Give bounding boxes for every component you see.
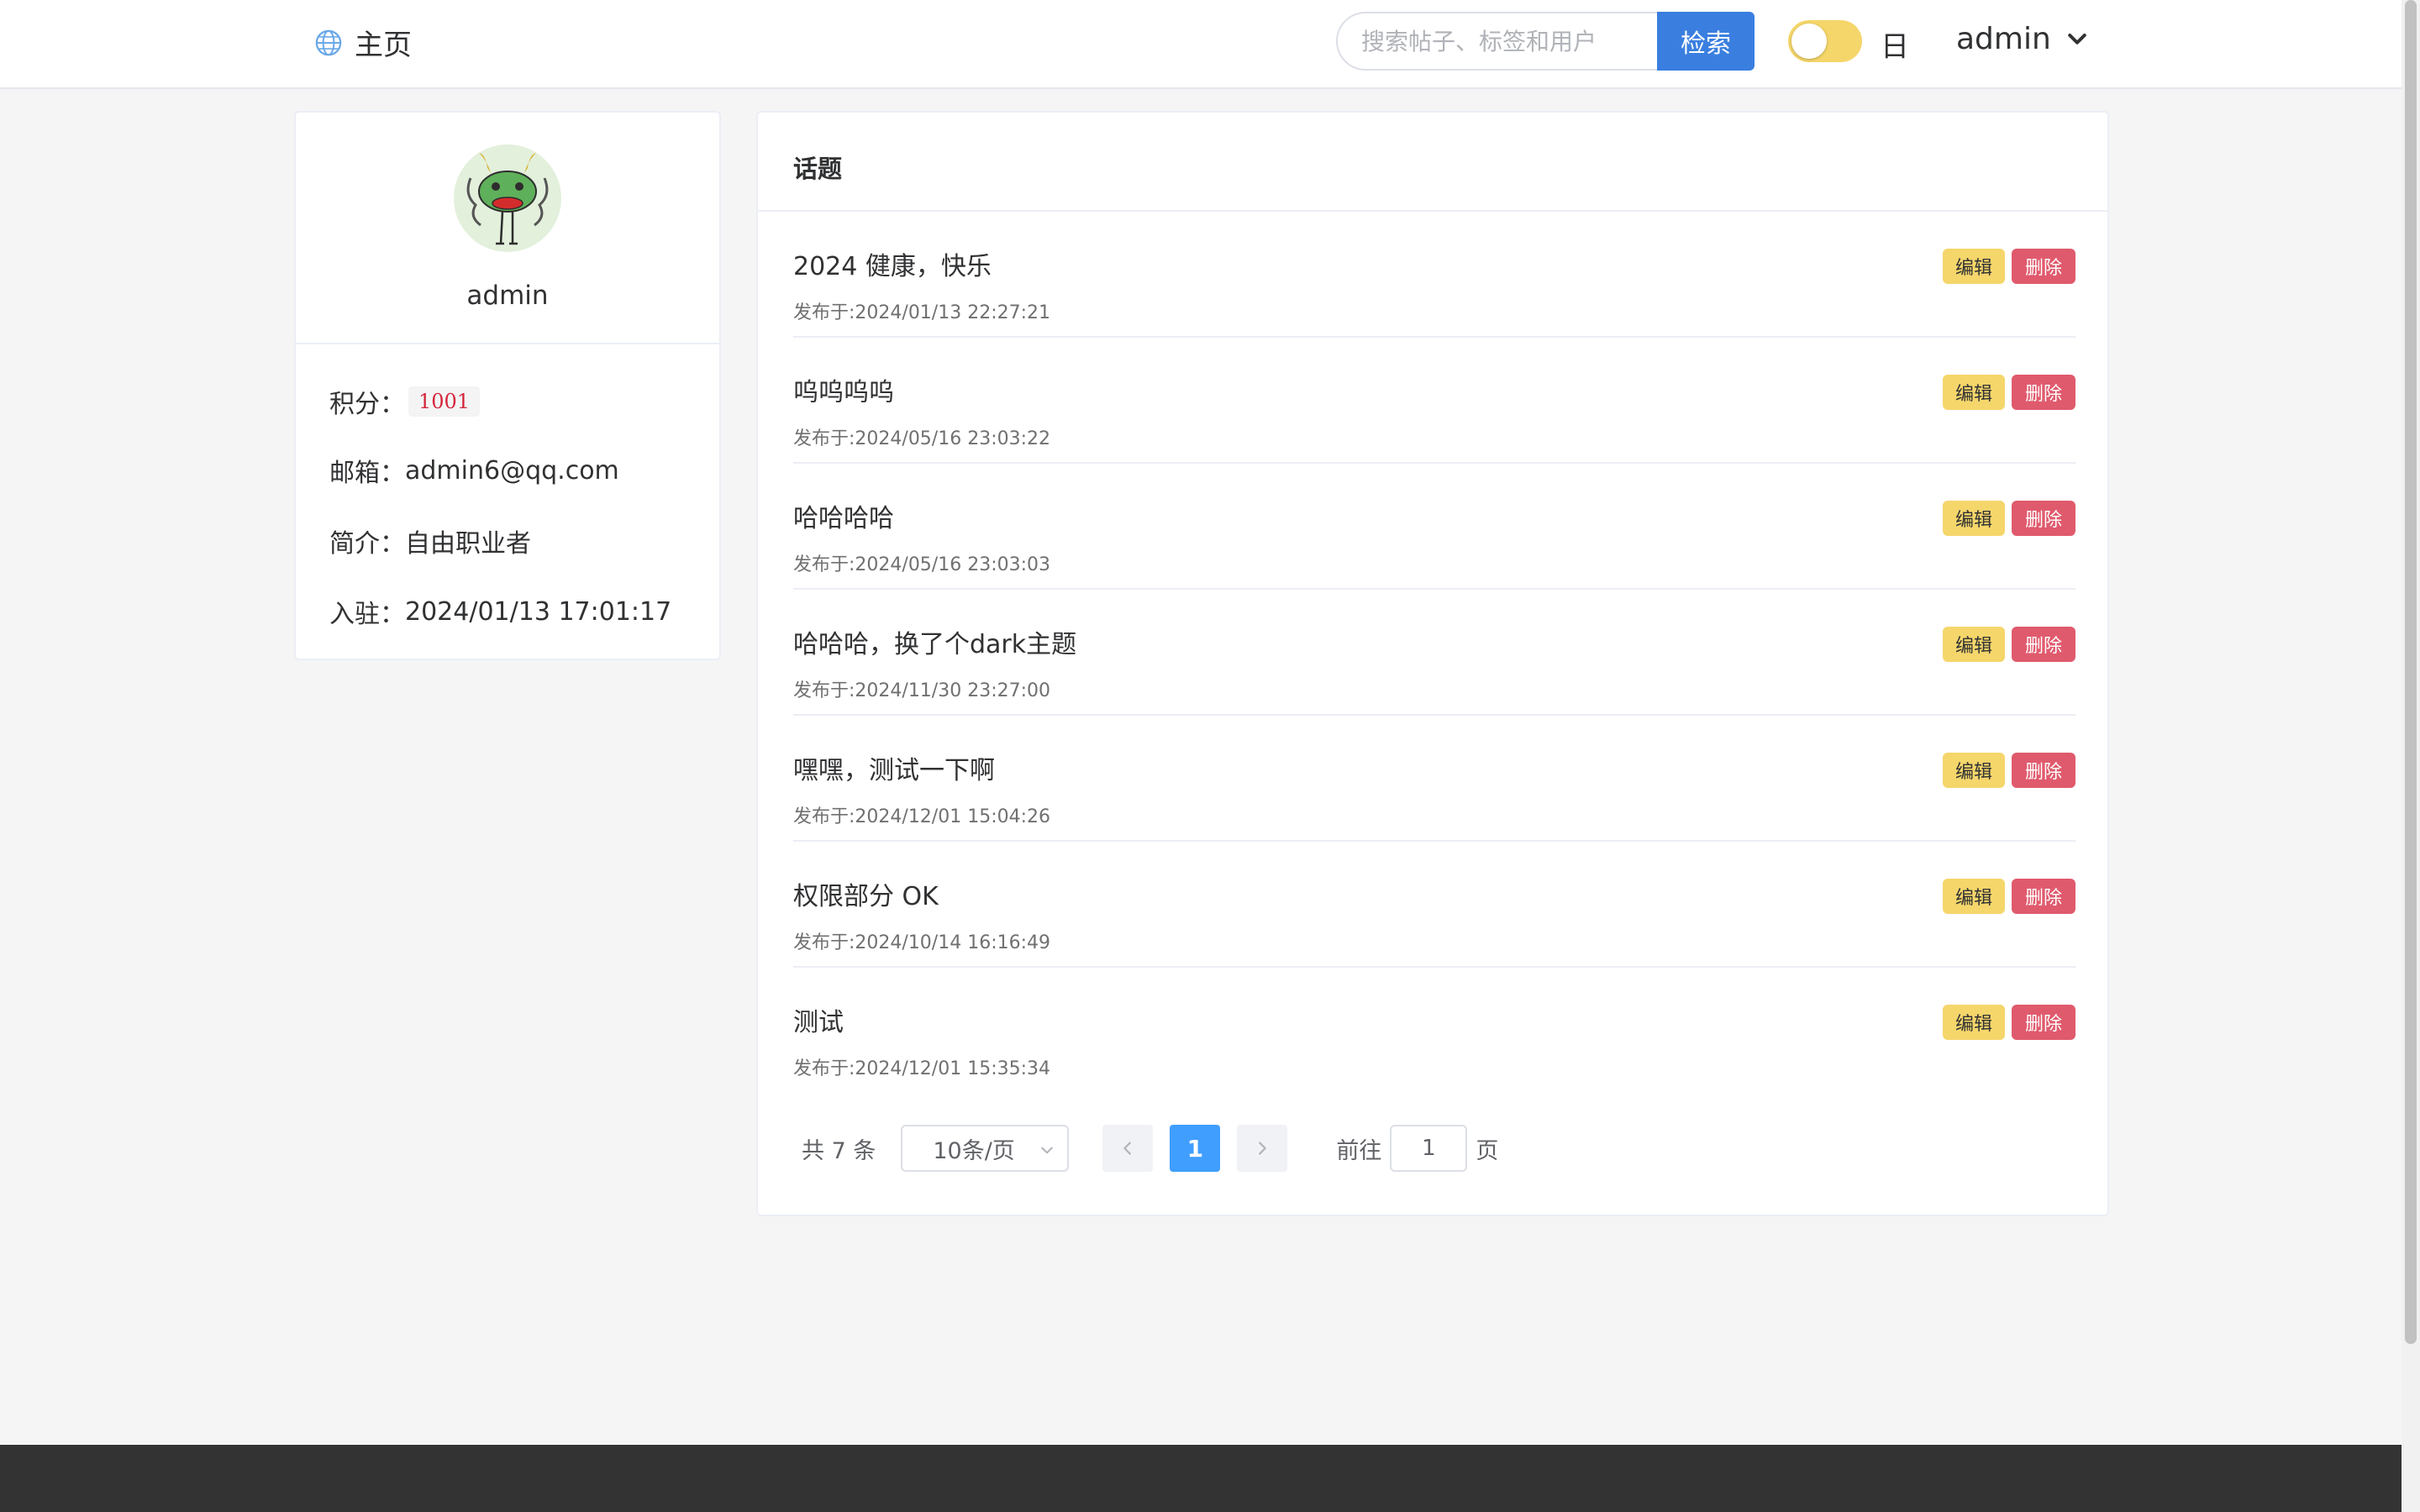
list-item: 权限部分 OK 发布于:2024/10/14 16:16:49 编辑 删除 [793, 842, 2075, 968]
search-bar: 检索 [1336, 12, 1754, 71]
search-input[interactable] [1336, 12, 1657, 71]
email-row: 邮箱： admin6@qq.com [329, 452, 619, 489]
joined-label: 入驻： [329, 600, 405, 629]
theme-toggle[interactable] [1788, 20, 1862, 62]
topic-title[interactable]: 权限部分 OK [793, 875, 939, 912]
avatar[interactable] [454, 144, 561, 252]
topic-title[interactable]: 哈哈哈，换了个dark主题 [793, 623, 1076, 660]
globe-icon [315, 29, 342, 55]
footer [0, 1445, 2402, 1512]
bio-value: 自由职业者 [405, 529, 531, 559]
next-page-button[interactable] [1237, 1125, 1288, 1172]
toggle-knob [1791, 24, 1827, 59]
topic-title[interactable]: 嘿嘿，测试一下啊 [793, 749, 995, 786]
delete-button[interactable]: 删除 [2012, 753, 2075, 788]
page-number-active[interactable]: 1 [1170, 1125, 1221, 1172]
chevron-down-icon [2068, 33, 2086, 45]
topic-title[interactable]: 呜呜呜呜 [793, 371, 894, 408]
goto-page-input[interactable] [1390, 1125, 1468, 1172]
email-label: 邮箱： [329, 459, 405, 488]
delete-button[interactable]: 删除 [2012, 249, 2075, 284]
topic-list: 2024 健康，快乐 发布于:2024/01/13 22:27:21 编辑 删除… [793, 212, 2075, 1094]
theme-label: 日 [1881, 30, 1909, 64]
prev-page-button[interactable] [1102, 1125, 1154, 1172]
goto-label: 前往 [1336, 1137, 1382, 1164]
list-item: 嘿嘿，测试一下啊 发布于:2024/12/01 15:04:26 编辑 删除 [793, 716, 2075, 842]
delete-button[interactable]: 删除 [2012, 1005, 2075, 1040]
topic-time: 发布于:2024/01/13 22:27:21 [793, 302, 1051, 323]
topic-title[interactable]: 哈哈哈哈 [793, 497, 894, 534]
edit-button[interactable]: 编辑 [1943, 1005, 2005, 1040]
chevron-left-icon [1123, 1142, 1132, 1155]
home-label: 主页 [355, 29, 412, 62]
user-dropdown[interactable]: admin [1956, 22, 2090, 56]
avatar-image [454, 144, 561, 252]
page-size-select[interactable]: 10条/页 [901, 1125, 1070, 1172]
edit-button[interactable]: 编辑 [1943, 375, 2005, 410]
chevron-right-icon [1259, 1142, 1267, 1155]
page-suffix: 页 [1476, 1137, 1499, 1164]
points-row: 积分： 1001 [329, 383, 481, 420]
user-name: admin [1956, 22, 2051, 56]
topic-time: 发布于:2024/10/14 16:16:49 [793, 932, 1051, 953]
profile-card: admin 积分： 1001 邮箱： admin6@qq.com 简介： 自由职… [294, 111, 721, 660]
email-value: admin6@qq.com [405, 455, 619, 486]
list-item: 测试 发布于:2024/12/01 15:35:34 编辑 删除 [793, 968, 2075, 1094]
topic-time: 发布于:2024/12/01 15:35:34 [793, 1058, 1051, 1079]
scrollbar-thumb[interactable] [2405, 0, 2417, 1344]
total-count: 共 7 条 [802, 1137, 876, 1164]
topic-time: 发布于:2024/05/16 23:03:22 [793, 428, 1051, 449]
delete-button[interactable]: 删除 [2012, 627, 2075, 662]
edit-button[interactable]: 编辑 [1943, 879, 2005, 914]
topics-title: 话题 [793, 155, 843, 183]
edit-button[interactable]: 编辑 [1943, 627, 2005, 662]
edit-button[interactable]: 编辑 [1943, 753, 2005, 788]
divider [296, 343, 719, 344]
topic-title[interactable]: 2024 健康，快乐 [793, 245, 992, 282]
scrollbar[interactable] [2402, 0, 2420, 1512]
points-label: 积分： [329, 390, 405, 419]
points-badge: 1001 [408, 386, 481, 417]
joined-value: 2024/01/13 17:01:17 [405, 596, 672, 627]
topic-time: 发布于:2024/05/16 23:03:03 [793, 554, 1051, 575]
topic-time: 发布于:2024/12/01 15:04:26 [793, 806, 1051, 827]
delete-button[interactable]: 删除 [2012, 375, 2075, 410]
delete-button[interactable]: 删除 [2012, 501, 2075, 536]
topic-title[interactable]: 测试 [793, 1001, 844, 1038]
bio-row: 简介： 自由职业者 [329, 522, 531, 559]
joined-row: 入驻： 2024/01/13 17:01:17 [329, 593, 671, 630]
bio-label: 简介： [329, 529, 405, 559]
search-button[interactable]: 检索 [1657, 12, 1754, 71]
home-link[interactable]: 主页 [314, 22, 412, 63]
page-size-value: 10条/页 [933, 1137, 1015, 1164]
profile-name: admin [466, 281, 549, 311]
list-item: 哈哈哈哈 发布于:2024/05/16 23:03:03 编辑 删除 [793, 464, 2075, 590]
chevron-down-icon [1041, 1147, 1054, 1154]
top-navbar: 主页 检索 日 admin [0, 0, 2402, 89]
edit-button[interactable]: 编辑 [1943, 249, 2005, 284]
delete-button[interactable]: 删除 [2012, 879, 2075, 914]
list-item: 呜呜呜呜 发布于:2024/05/16 23:03:22 编辑 删除 [793, 338, 2075, 464]
pagination: 共 7 条 10条/页 1 前往 页 [802, 1124, 1498, 1173]
edit-button[interactable]: 编辑 [1943, 501, 2005, 536]
topics-card: 话题 2024 健康，快乐 发布于:2024/01/13 22:27:21 编辑… [756, 111, 2109, 1216]
topic-time: 发布于:2024/11/30 23:27:00 [793, 680, 1051, 701]
list-item: 哈哈哈，换了个dark主题 发布于:2024/11/30 23:27:00 编辑… [793, 590, 2075, 716]
list-item: 2024 健康，快乐 发布于:2024/01/13 22:27:21 编辑 删除 [793, 212, 2075, 338]
